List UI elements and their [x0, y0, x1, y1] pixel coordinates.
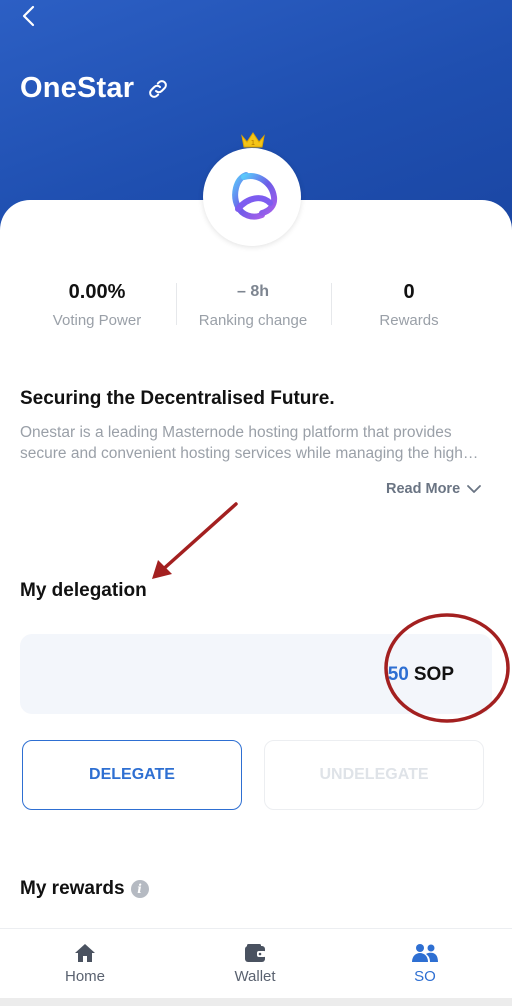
rewards-heading: My rewards — [20, 878, 125, 899]
svg-text:1: 1 — [251, 139, 255, 147]
rewards-heading-row: My rewards i — [20, 878, 149, 900]
onestar-logo-icon — [232, 172, 278, 220]
users-icon — [412, 944, 438, 962]
tab-home[interactable]: Home — [0, 929, 170, 999]
tab-so[interactable]: SO — [340, 929, 510, 999]
about-heading: Securing the Decentralised Future. — [20, 388, 335, 409]
tab-label: SO — [414, 968, 436, 985]
wallet-icon — [245, 944, 266, 962]
read-more-link[interactable]: Read More — [386, 481, 482, 497]
description-line: Onestar is a leading Masternode hosting … — [20, 424, 452, 441]
undelegate-button[interactable]: UNDELEGATE — [264, 740, 484, 810]
annotation-circle — [384, 613, 510, 723]
stat-label: Ranking change — [198, 312, 308, 329]
stat-rewards: 0 Rewards — [331, 280, 487, 329]
stat-label: Rewards — [379, 312, 439, 329]
bottom-tab-bar: Home Wallet SO — [0, 928, 512, 998]
stat-ranking-change: – 8h Ranking change — [175, 280, 331, 329]
stat-divider — [176, 283, 177, 325]
link-icon[interactable] — [146, 77, 170, 101]
stat-value: 0 — [403, 281, 415, 303]
tab-label: Home — [64, 968, 105, 985]
info-icon[interactable]: i — [130, 880, 149, 898]
chevron-left-icon[interactable] — [18, 4, 42, 28]
tab-wallet[interactable]: Wallet — [170, 929, 340, 999]
page-title: OneStar — [20, 72, 135, 104]
system-nav-strip — [0, 998, 512, 1006]
read-more-label: Read More — [386, 481, 461, 497]
stats-row: 0.00% Voting Power – 8h Ranking change 0… — [0, 280, 512, 330]
title-row: OneStar — [20, 72, 170, 105]
stat-divider — [331, 283, 332, 325]
stat-value: – 8h — [236, 283, 269, 300]
validator-logo — [203, 148, 301, 246]
stat-label: Voting Power — [52, 312, 142, 329]
tab-label: Wallet — [234, 968, 276, 985]
home-icon — [75, 944, 95, 962]
stat-value: 0.00% — [68, 281, 126, 303]
delegation-heading: My delegation — [20, 580, 147, 601]
description-line: secure and convenient hosting services w… — [20, 445, 479, 462]
crown-icon: 1 — [241, 132, 265, 148]
chevron-down-icon — [467, 485, 482, 493]
annotation-arrow — [152, 502, 238, 579]
about-description: Onestar is a leading Masternode hosting … — [20, 422, 482, 464]
delegate-button[interactable]: DELEGATE — [22, 740, 242, 810]
stat-voting-power: 0.00% Voting Power — [19, 280, 175, 329]
